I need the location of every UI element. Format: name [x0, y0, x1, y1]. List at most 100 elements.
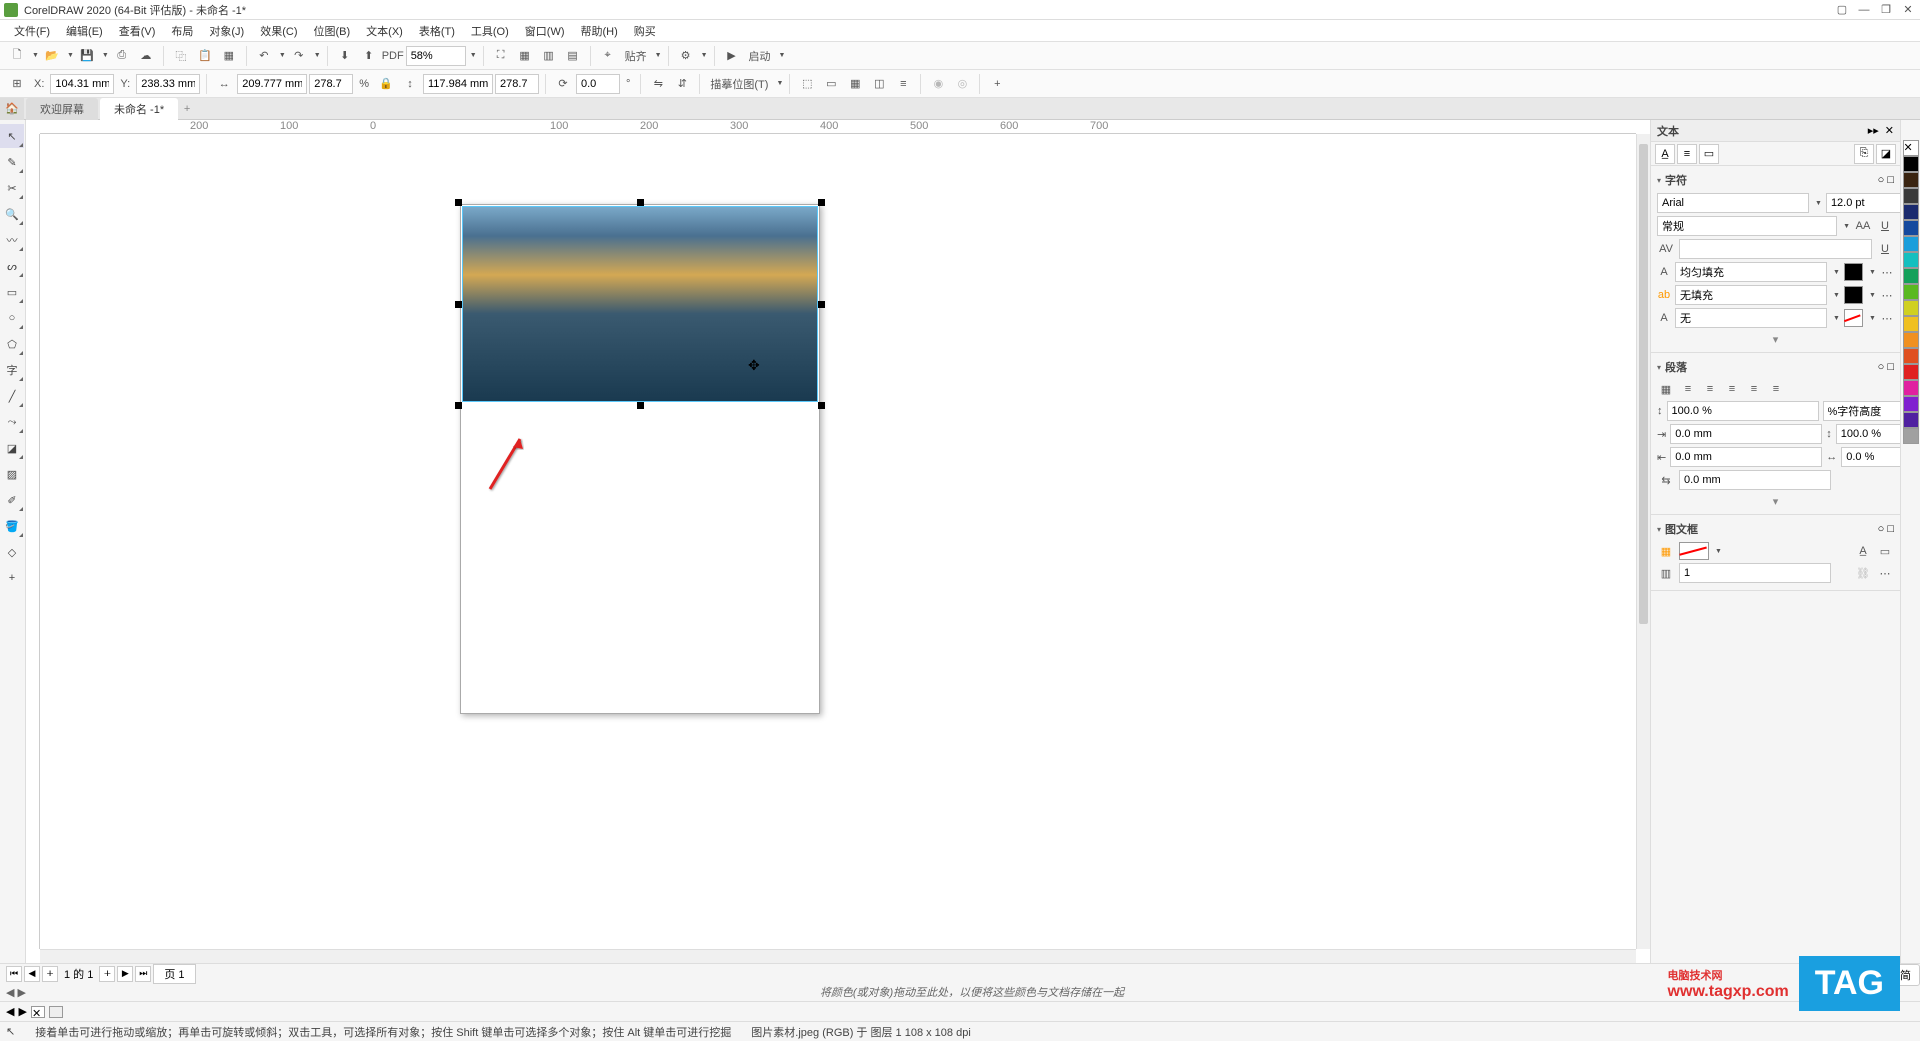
menu-text[interactable]: 文本(X): [358, 21, 411, 41]
menu-buy[interactable]: 购买: [626, 21, 664, 41]
color-swatch[interactable]: [1903, 316, 1919, 332]
options-icon[interactable]: ⎘: [1854, 144, 1874, 164]
underline-icon[interactable]: U: [1876, 217, 1894, 235]
justify-icon[interactable]: ≡: [1745, 380, 1763, 398]
menu-effect[interactable]: 效果(C): [252, 21, 305, 41]
straighten-icon[interactable]: ◫: [868, 73, 890, 95]
crop-icon[interactable]: ⬚: [796, 73, 818, 95]
color-swatch[interactable]: [1903, 412, 1919, 428]
dimension-tool-icon[interactable]: ╱: [0, 384, 24, 408]
char-mode-icon[interactable]: A̲: [1655, 144, 1675, 164]
grid-icon[interactable]: ▦: [514, 45, 536, 67]
launch-icon[interactable]: ▶: [721, 45, 743, 67]
open-icon[interactable]: 📂: [41, 45, 63, 67]
clipboard-icon[interactable]: ▦: [218, 45, 240, 67]
print-icon[interactable]: ⎙: [111, 45, 133, 67]
cloud-icon[interactable]: ☁: [135, 45, 157, 67]
outline-color[interactable]: [1844, 309, 1863, 327]
shadow-tool-icon[interactable]: ◪: [0, 436, 24, 460]
reset-icon[interactable]: ◪: [1876, 144, 1896, 164]
menu-table[interactable]: 表格(T): [411, 21, 463, 41]
no-fill-indicator[interactable]: ✕: [31, 1006, 45, 1018]
connector-tool-icon[interactable]: ⤳: [0, 410, 24, 434]
outline-tool-icon[interactable]: ◇: [0, 540, 24, 564]
vertical-ruler[interactable]: [26, 134, 40, 949]
nav-left-icon[interactable]: ◀: [6, 1005, 14, 1018]
import-icon[interactable]: ⬇: [334, 45, 356, 67]
handle-ml[interactable]: [455, 301, 462, 308]
x-input[interactable]: [50, 74, 114, 94]
menu-help[interactable]: 帮助(H): [573, 21, 626, 41]
fill-tool-icon[interactable]: 🪣: [0, 514, 24, 538]
add-tab-button[interactable]: +: [178, 103, 196, 115]
snap-icon[interactable]: ⌖: [597, 45, 619, 67]
valign-icon[interactable]: A̲: [1854, 542, 1872, 560]
before-input[interactable]: [1670, 424, 1822, 444]
maximize-button[interactable]: ❐: [1878, 3, 1894, 17]
close-button[interactable]: ✕: [1900, 3, 1916, 17]
redo-icon[interactable]: ↷: [288, 45, 310, 67]
word-spacing-input[interactable]: [1679, 470, 1831, 490]
menu-view[interactable]: 查看(V): [111, 21, 164, 41]
plus-tool-icon[interactable]: +: [0, 566, 24, 590]
handle-mr[interactable]: [818, 301, 825, 308]
save-icon[interactable]: 💾: [76, 45, 98, 67]
freehand-tool-icon[interactable]: 〰: [0, 228, 24, 252]
horizontal-scrollbar[interactable]: [40, 949, 1636, 963]
tab-document[interactable]: 未命名 -1*: [100, 98, 178, 120]
zoom-tool-icon[interactable]: 🔍: [0, 202, 24, 226]
allcaps-icon[interactable]: AA: [1854, 217, 1872, 235]
polygon-tool-icon[interactable]: ⬠: [0, 332, 24, 356]
frame-fill-icon[interactable]: ▦: [1657, 542, 1675, 560]
height-input[interactable]: [423, 74, 493, 94]
outline-indicator[interactable]: [49, 1006, 63, 1018]
mirror-v-icon[interactable]: ⇵: [671, 73, 693, 95]
ime-indicator[interactable]: CH ♪ 简: [1864, 964, 1920, 986]
bitmap-image[interactable]: ✥: [462, 206, 818, 402]
ellipse-tool-icon[interactable]: ○: [0, 306, 24, 330]
pdf-icon[interactable]: PDF: [382, 45, 404, 67]
export-icon[interactable]: ⬆: [358, 45, 380, 67]
scale-y-input[interactable]: [495, 74, 539, 94]
transparency-tool-icon[interactable]: ▨: [0, 462, 24, 486]
resample-icon[interactable]: ▭: [820, 73, 842, 95]
menu-file[interactable]: 文件(F): [6, 21, 58, 41]
minimize-button[interactable]: —: [1856, 3, 1872, 17]
font-family-input[interactable]: [1657, 193, 1809, 213]
shape-tool-icon[interactable]: ✎: [0, 150, 24, 174]
align-right-icon[interactable]: ≡: [1723, 380, 1741, 398]
menu-edit[interactable]: 编辑(E): [58, 21, 111, 41]
wrap-icon[interactable]: ≡: [892, 73, 914, 95]
columns-input[interactable]: [1679, 563, 1831, 583]
next-page-icon[interactable]: ▶: [117, 966, 133, 982]
menu-tools[interactable]: 工具(O): [463, 21, 517, 41]
eyedropper-tool-icon[interactable]: ✐: [0, 488, 24, 512]
add-page-before-icon[interactable]: 🞤: [42, 966, 58, 982]
section-opts-icon[interactable]: ○ □: [1878, 361, 1894, 373]
nav-right-icon[interactable]: ▶: [18, 1005, 26, 1018]
handle-br[interactable]: [818, 402, 825, 409]
color-swatch[interactable]: [1903, 332, 1919, 348]
trace-label[interactable]: 描摹位图(T): [706, 76, 772, 92]
handle-bl[interactable]: [455, 402, 462, 409]
zoom-input[interactable]: [406, 46, 466, 66]
fill-mode-input[interactable]: [1675, 262, 1827, 282]
extract-icon[interactable]: ◎: [951, 73, 973, 95]
add-page-after-icon[interactable]: 🞤: [99, 966, 115, 982]
after-input[interactable]: [1670, 447, 1822, 467]
rotation-input[interactable]: [576, 74, 620, 94]
color-swatch[interactable]: [1903, 252, 1919, 268]
frame-more-icon[interactable]: ⋯: [1876, 567, 1894, 580]
text-tool-icon[interactable]: 字: [0, 358, 24, 382]
bg-mode-input[interactable]: [1675, 285, 1827, 305]
color-swatch[interactable]: [1903, 172, 1919, 188]
edit-bitmap-icon[interactable]: ▦: [844, 73, 866, 95]
scale-x-input[interactable]: [309, 74, 353, 94]
handle-tl[interactable]: [455, 199, 462, 206]
expand-para-icon[interactable]: ▾: [1657, 493, 1894, 510]
no-align-icon[interactable]: ▦: [1657, 380, 1675, 398]
tab-welcome[interactable]: 欢迎屏幕: [26, 98, 98, 120]
para-mode-icon[interactable]: ≡: [1677, 144, 1697, 164]
docker-collapse-icon[interactable]: ▸▸: [1868, 124, 1879, 137]
first-page-icon[interactable]: ⏮: [6, 966, 22, 982]
